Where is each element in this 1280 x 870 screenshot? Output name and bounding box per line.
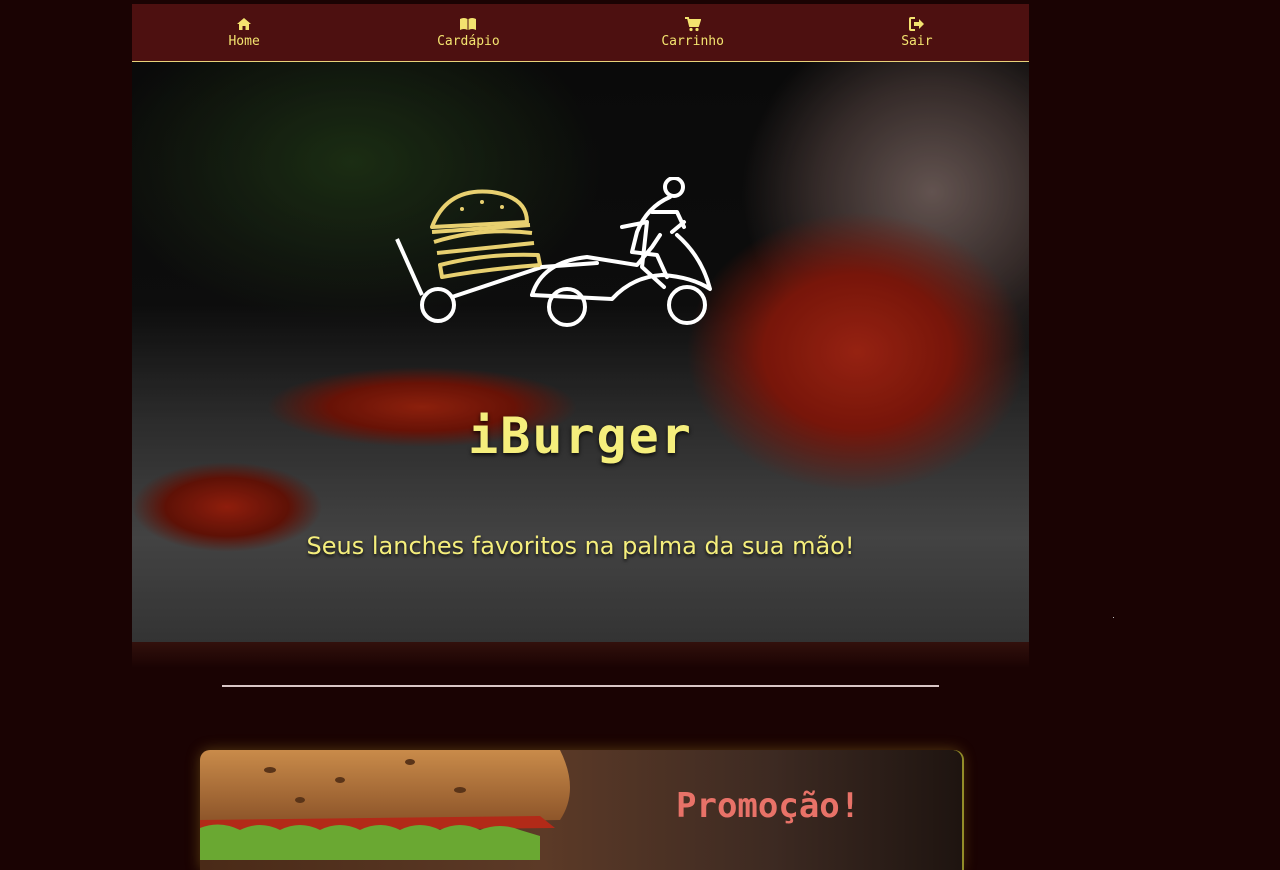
stray-dot <box>1113 617 1114 618</box>
home-icon <box>235 16 253 32</box>
nav-home-label: Home <box>228 34 260 49</box>
hero-banner: iBurger Seus lanches favoritos na palma … <box>132 62 1029 642</box>
nav-home[interactable]: Home <box>132 16 356 49</box>
section-divider <box>222 685 939 687</box>
hero-bottom-shadow <box>132 642 1029 668</box>
nav-logout[interactable]: Sair <box>805 16 1029 49</box>
cart-icon <box>684 16 702 32</box>
page-frame: Home Cardápio Carrinho Sair iBurger Seus… <box>132 4 1029 642</box>
hero-subtitle: Seus lanches favoritos na palma da sua m… <box>306 532 855 560</box>
hero-title: iBurger <box>468 407 693 465</box>
delivery-scooter-logo <box>395 177 712 327</box>
book-icon <box>459 16 477 32</box>
promo-title: Promoção! <box>676 786 861 826</box>
nav-menu[interactable]: Cardápio <box>356 16 580 49</box>
nav-cart-label: Carrinho <box>661 34 724 49</box>
sign-out-icon <box>908 16 926 32</box>
top-navbar: Home Cardápio Carrinho Sair <box>132 4 1029 62</box>
nav-cart[interactable]: Carrinho <box>581 16 805 49</box>
nav-menu-label: Cardápio <box>437 34 500 49</box>
promo-burger-image <box>200 750 570 860</box>
promo-card[interactable]: Promoção! <box>200 750 962 870</box>
nav-logout-label: Sair <box>901 34 933 49</box>
